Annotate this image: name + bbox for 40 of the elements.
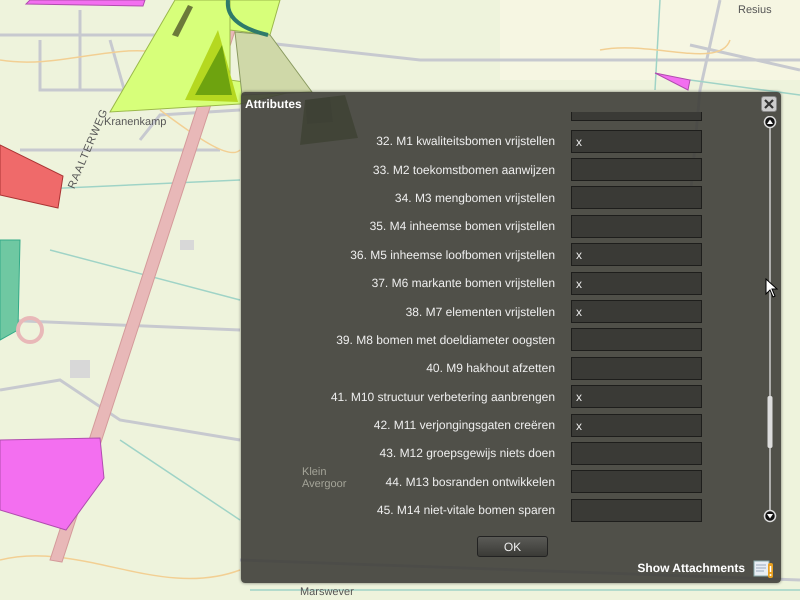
field-label: 37. M6 markante bomen vrijstellen (372, 275, 555, 292)
field-label: 34. M3 mengbomen vrijstellen (394, 190, 555, 207)
field-label: 42. M11 verjongingsgaten creëren (374, 417, 555, 434)
field-label: 39. M8 bomen met doeldiameter oogsten (336, 332, 555, 349)
input-field[interactable] (571, 498, 702, 522)
input-field[interactable]: x (571, 272, 702, 295)
input-field[interactable]: x (571, 414, 702, 437)
place-label: Marswever (300, 586, 354, 598)
dialog-title: Attributes (244, 96, 302, 112)
input-field[interactable] (571, 186, 702, 210)
input-field[interactable] (571, 112, 702, 121)
field-label: 32. M1 kwaliteitsbomen vrijstellen (376, 133, 555, 150)
show-attachments-link[interactable]: Show Attachments (637, 559, 745, 577)
input-field[interactable]: x (571, 243, 702, 266)
close-icon (764, 99, 774, 109)
mouse-pointer-icon (765, 278, 779, 298)
field-label: 38. M7 elementen vrijstellen (406, 304, 555, 321)
input-field[interactable] (571, 328, 702, 352)
place-label: Resius (738, 4, 772, 16)
field-label: 44. M13 bosranden ontwikkelen (386, 474, 555, 491)
field-label: 35. M4 inheemse bomen vrijstellen (370, 218, 555, 236)
input-field[interactable] (571, 214, 702, 238)
input-field[interactable] (571, 356, 702, 380)
place-label: Kranenkamp (104, 116, 166, 128)
field-label: 41. M10 structuur verbetering aanbrengen (330, 388, 555, 406)
field-label: 33. M2 toekomstbomen aanwijzen (372, 162, 555, 179)
input-field[interactable] (571, 470, 702, 494)
input-field[interactable]: x (571, 130, 702, 153)
input-field[interactable]: x (571, 385, 702, 408)
place-label: Klein Avergoor (302, 466, 348, 490)
input-field[interactable] (571, 442, 702, 465)
field-label: 36. M5 inheemse loofbomen vrijstellen (350, 246, 555, 264)
ok-button[interactable]: OK (477, 536, 548, 558)
field-label: 43. M12 groepsgewijs niets doen (380, 445, 555, 462)
close-button[interactable] (761, 96, 777, 112)
input-field[interactable] (571, 158, 702, 182)
input-field[interactable]: x (571, 300, 702, 324)
field-label: 40. M9 hakhout afzetten (426, 360, 555, 378)
field-label: 45. M14 niet-vitale bomen sparen (376, 502, 555, 520)
scrollbar[interactable] (763, 116, 777, 524)
